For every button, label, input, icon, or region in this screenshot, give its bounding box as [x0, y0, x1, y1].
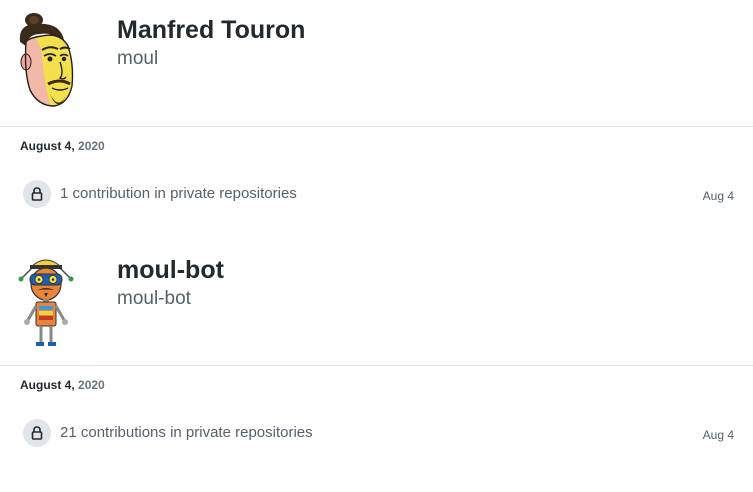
user-login[interactable]: moul — [117, 48, 158, 70]
lock-icon — [31, 426, 43, 440]
relative-date: Aug 4 — [702, 428, 734, 442]
user-display-name[interactable]: moul-bot — [117, 256, 224, 285]
lock-icon-badge — [23, 180, 51, 208]
contribution-date-heading: August 4, 2020 — [20, 139, 105, 153]
lock-icon-badge — [23, 419, 51, 447]
user-profile-header-1: Manfred Touron moul — [0, 0, 753, 127]
contribution-summary-link[interactable]: 1 contribution in private repositories — [60, 185, 297, 202]
relative-date: Aug 4 — [702, 189, 734, 203]
contribution-summary-link[interactable]: 21 contributions in private repositories — [60, 424, 313, 441]
date-year: 2020 — [78, 378, 105, 392]
user-login[interactable]: moul-bot — [117, 288, 191, 310]
date-month-day: August 4, — [20, 378, 75, 392]
contribution-date-heading: August 4, 2020 — [20, 378, 105, 392]
cartoon-man-avatar-icon[interactable] — [14, 12, 76, 110]
user-display-name[interactable]: Manfred Touron — [117, 16, 305, 45]
date-year: 2020 — [78, 139, 105, 153]
lock-icon — [31, 187, 43, 201]
user-profile-header-2: moul-bot moul-bot — [0, 240, 753, 366]
date-month-day: August 4, — [20, 139, 75, 153]
robot-avatar-icon[interactable] — [16, 254, 76, 348]
